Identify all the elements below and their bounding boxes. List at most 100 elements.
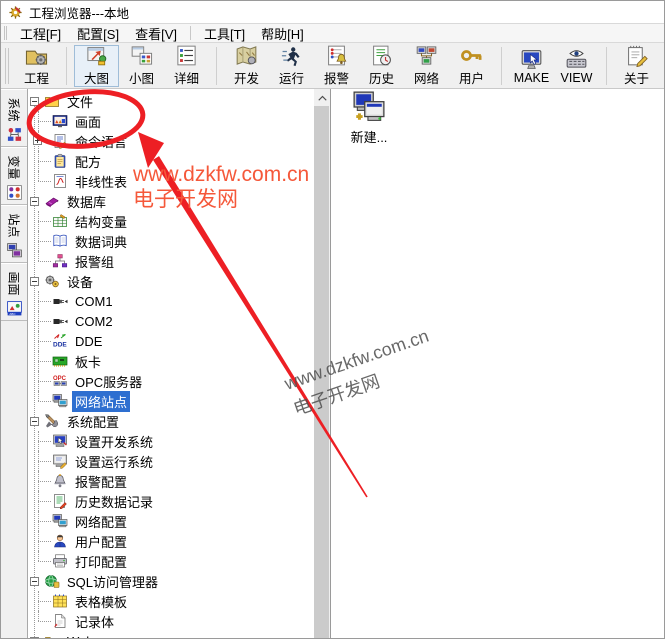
toolbar-button-small-icons[interactable]: 小图 — [119, 45, 164, 87]
toolbar-button-large-icons[interactable]: 大图 — [74, 45, 119, 87]
scroll-up-icon[interactable] — [314, 89, 330, 106]
tree-items: 文件画面命令语言配方非线性表数据库结构变量数据词典报警组设备 COM1COM2DD… — [28, 91, 314, 639]
about-icon — [625, 44, 648, 67]
tree-item-struct-variable[interactable]: 结构变量 — [28, 211, 314, 231]
tree-item-com2[interactable]: COM2 — [28, 311, 314, 331]
title-bar: 工程浏览器---本地 — [1, 1, 664, 23]
tree-item-record-body[interactable]: 记录体 — [28, 611, 314, 631]
content-item-new-station[interactable]: 新建... — [337, 90, 401, 146]
project-tree: 文件画面命令语言配方非线性表数据库结构变量数据词典报警组设备 COM1COM2DD… — [28, 89, 314, 639]
tree-item-run-system[interactable]: 设置运行系统 — [28, 451, 314, 471]
tree-connector — [38, 391, 39, 401]
menu-item-help[interactable]: 帮助[H] — [253, 23, 312, 44]
tree-item-label: COM1 — [72, 293, 116, 310]
menu-item-view[interactable]: 查看[V] — [127, 23, 185, 44]
toolbar: 工程大图小图 详细 开发运行报警历史网络用户 MAKEVIEW 关于 — [1, 43, 664, 89]
tree-item-label: 配方 — [72, 151, 104, 172]
scrollbar-thumb[interactable] — [314, 106, 329, 639]
tree-item-sql-access-manager[interactable]: SQL访问管理器 — [28, 571, 314, 591]
tree-connector — [38, 401, 51, 402]
side-tab-screen[interactable]: 画面ABC — [1, 263, 27, 321]
expand-minus-icon[interactable] — [30, 197, 39, 206]
large-icons-icon — [85, 44, 108, 67]
menu-item-project[interactable]: 工程[F] — [12, 23, 69, 44]
tree-item-dev-system[interactable]: 设置开发系统 — [28, 431, 314, 451]
tab-system-icon — [6, 126, 23, 143]
toolbar-button-run[interactable]: 运行 — [269, 45, 314, 87]
tree-item-database[interactable]: 数据库 — [28, 191, 314, 211]
menu-item-tools[interactable]: 工具[T] — [196, 23, 253, 44]
tree-item-print-config[interactable]: 打印配置 — [28, 551, 314, 571]
menu-separator — [190, 26, 191, 40]
details-icon — [175, 44, 198, 67]
netstation-icon — [52, 513, 68, 529]
tree-item-com1[interactable]: COM1 — [28, 291, 314, 311]
tree-connector — [38, 461, 51, 462]
side-tab-station[interactable]: 站点 — [1, 205, 27, 263]
tree-item-data-dictionary[interactable]: 数据词典 — [28, 231, 314, 251]
side-tab-label: 站点 — [5, 213, 22, 237]
tree-item-label: 用户配置 — [72, 531, 130, 552]
tree-item-table-template[interactable]: 表格模板 — [28, 591, 314, 611]
tree-item-alarm-config[interactable]: 报警配置 — [28, 471, 314, 491]
toolbar-button-view[interactable]: VIEW — [554, 45, 599, 87]
tree-item-label: 板卡 — [72, 351, 104, 372]
svg-text:ABC: ABC — [9, 312, 16, 316]
printcfg-icon — [52, 553, 68, 569]
tree-item-user-config[interactable]: 用户配置 — [28, 531, 314, 551]
toolbar-button-about[interactable]: 关于 — [614, 45, 659, 87]
tree-item-label: Web — [64, 633, 97, 639]
tree-item-system-config[interactable]: 系统配置 — [28, 411, 314, 431]
toolbar-button-develop[interactable]: 开发 — [224, 45, 269, 87]
tree-item-recipe[interactable]: 配方 — [28, 151, 314, 171]
toolbar-button-alarm[interactable]: 报警 — [314, 45, 359, 87]
tree-item-network-station[interactable]: 网络站点 — [28, 391, 314, 411]
tree-item-board-card[interactable]: 板卡 — [28, 351, 314, 371]
toolbar-button-network[interactable]: 网络 — [404, 45, 449, 87]
toolbar-button-label: 详细 — [174, 68, 199, 87]
tree-item-file[interactable]: 文件 — [28, 91, 314, 111]
expand-minus-icon[interactable] — [30, 577, 39, 586]
expand-minus-icon[interactable] — [30, 97, 39, 106]
tree-item-nonlinear-table[interactable]: 非线性表 — [28, 171, 314, 191]
tree-connector — [38, 361, 51, 362]
project-icon — [25, 44, 48, 67]
tree-connector — [38, 551, 39, 561]
tree-item-network-config[interactable]: 网络配置 — [28, 511, 314, 531]
expand-minus-icon[interactable] — [30, 277, 39, 286]
toolbar-button-label: 关于 — [624, 68, 649, 87]
tree-connector — [38, 301, 51, 302]
toolbar-button-details[interactable]: 详细 — [164, 45, 209, 87]
tree-item-label: 网络配置 — [72, 511, 130, 532]
tree-connector — [38, 241, 51, 242]
expand-minus-icon[interactable] — [30, 417, 39, 426]
side-tab-variable[interactable]: 变量 — [1, 147, 27, 205]
tree-item-history-record[interactable]: 历史数据记录 — [28, 491, 314, 511]
tree-item-dde[interactable]: DDEDDE — [28, 331, 314, 351]
tree-item-command-language[interactable]: 命令语言 — [28, 131, 314, 151]
toolbar-button-project[interactable]: 工程 — [14, 45, 59, 87]
tree-scrollbar[interactable] — [314, 89, 331, 639]
tree-item-opc-server[interactable]: OPCOPC服务器 — [28, 371, 314, 391]
toolbar-button-history[interactable]: 历史 — [359, 45, 404, 87]
tree-connector — [38, 321, 51, 322]
tree-item-web[interactable]: Web — [28, 631, 314, 639]
tree-connector — [38, 561, 51, 562]
tree-connector — [38, 541, 51, 542]
toolbar-button-user[interactable]: 用户 — [449, 45, 494, 87]
tree-item-alarm-group[interactable]: 报警组 — [28, 251, 314, 271]
menu-item-config[interactable]: 配置[S] — [69, 23, 127, 44]
tree-item-device[interactable]: 设备 — [28, 271, 314, 291]
structvar-icon — [52, 213, 68, 229]
tree-item-label: 结构变量 — [72, 211, 130, 232]
side-tab-system[interactable]: 系统 — [1, 89, 27, 147]
tree-item-picture[interactable]: 画面 — [28, 111, 314, 131]
toolbar-button-label: 小图 — [129, 68, 154, 87]
tree-connector — [38, 121, 51, 122]
make-icon — [520, 47, 543, 70]
tree-connector — [38, 501, 51, 502]
expand-plus-icon[interactable] — [33, 136, 42, 145]
toolbar-button-make[interactable]: MAKE — [509, 45, 554, 87]
nonlinear-icon — [52, 173, 68, 189]
netstation-icon — [52, 393, 68, 409]
